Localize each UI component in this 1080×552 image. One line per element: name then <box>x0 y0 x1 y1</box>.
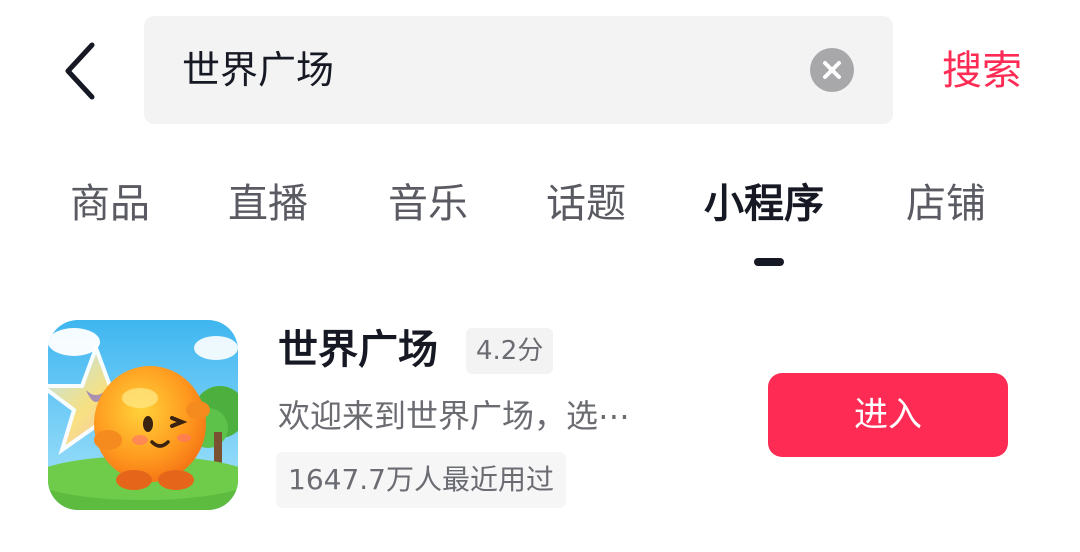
clear-circle-icon <box>823 61 841 79</box>
mini-program-description: 欢迎来到世界广场，选⋯ <box>278 397 631 435</box>
search-results-page: 世界广场 搜索 商品 直播 音乐 话题 小程序 店铺 世界广场 4.2分 欢迎来… <box>0 0 1080 552</box>
mini-program-name: 世界广场 <box>278 327 438 373</box>
tab-live[interactable]: 直播 <box>228 168 308 240</box>
tab-music[interactable]: 音乐 <box>388 168 468 240</box>
category-tabs: 商品 直播 音乐 话题 小程序 店铺 <box>0 168 1080 278</box>
mini-program-result[interactable]: 世界广场 4.2分 欢迎来到世界广场，选⋯ 1647.7万人最近用过 进入 <box>0 310 1080 520</box>
enter-button[interactable]: 进入 <box>768 373 1008 457</box>
search-box[interactable]: 世界广场 <box>144 16 893 124</box>
active-tab-indicator <box>754 258 784 266</box>
tab-products[interactable]: 商品 <box>70 168 150 240</box>
tab-shops[interactable]: 店铺 <box>906 168 986 240</box>
search-input[interactable]: 世界广场 <box>182 16 334 124</box>
back-button[interactable] <box>52 36 108 106</box>
search-button[interactable]: 搜索 <box>942 36 1022 106</box>
rating-badge: 4.2分 <box>466 328 554 374</box>
recent-users-badge: 1647.7万人最近用过 <box>276 452 566 508</box>
mini-program-app-icon[interactable] <box>48 320 238 510</box>
clear-search-button[interactable] <box>810 48 854 92</box>
chevron-left-icon <box>65 42 95 100</box>
tab-topics[interactable]: 话题 <box>546 168 626 240</box>
tab-mini-programs[interactable]: 小程序 <box>704 168 824 240</box>
